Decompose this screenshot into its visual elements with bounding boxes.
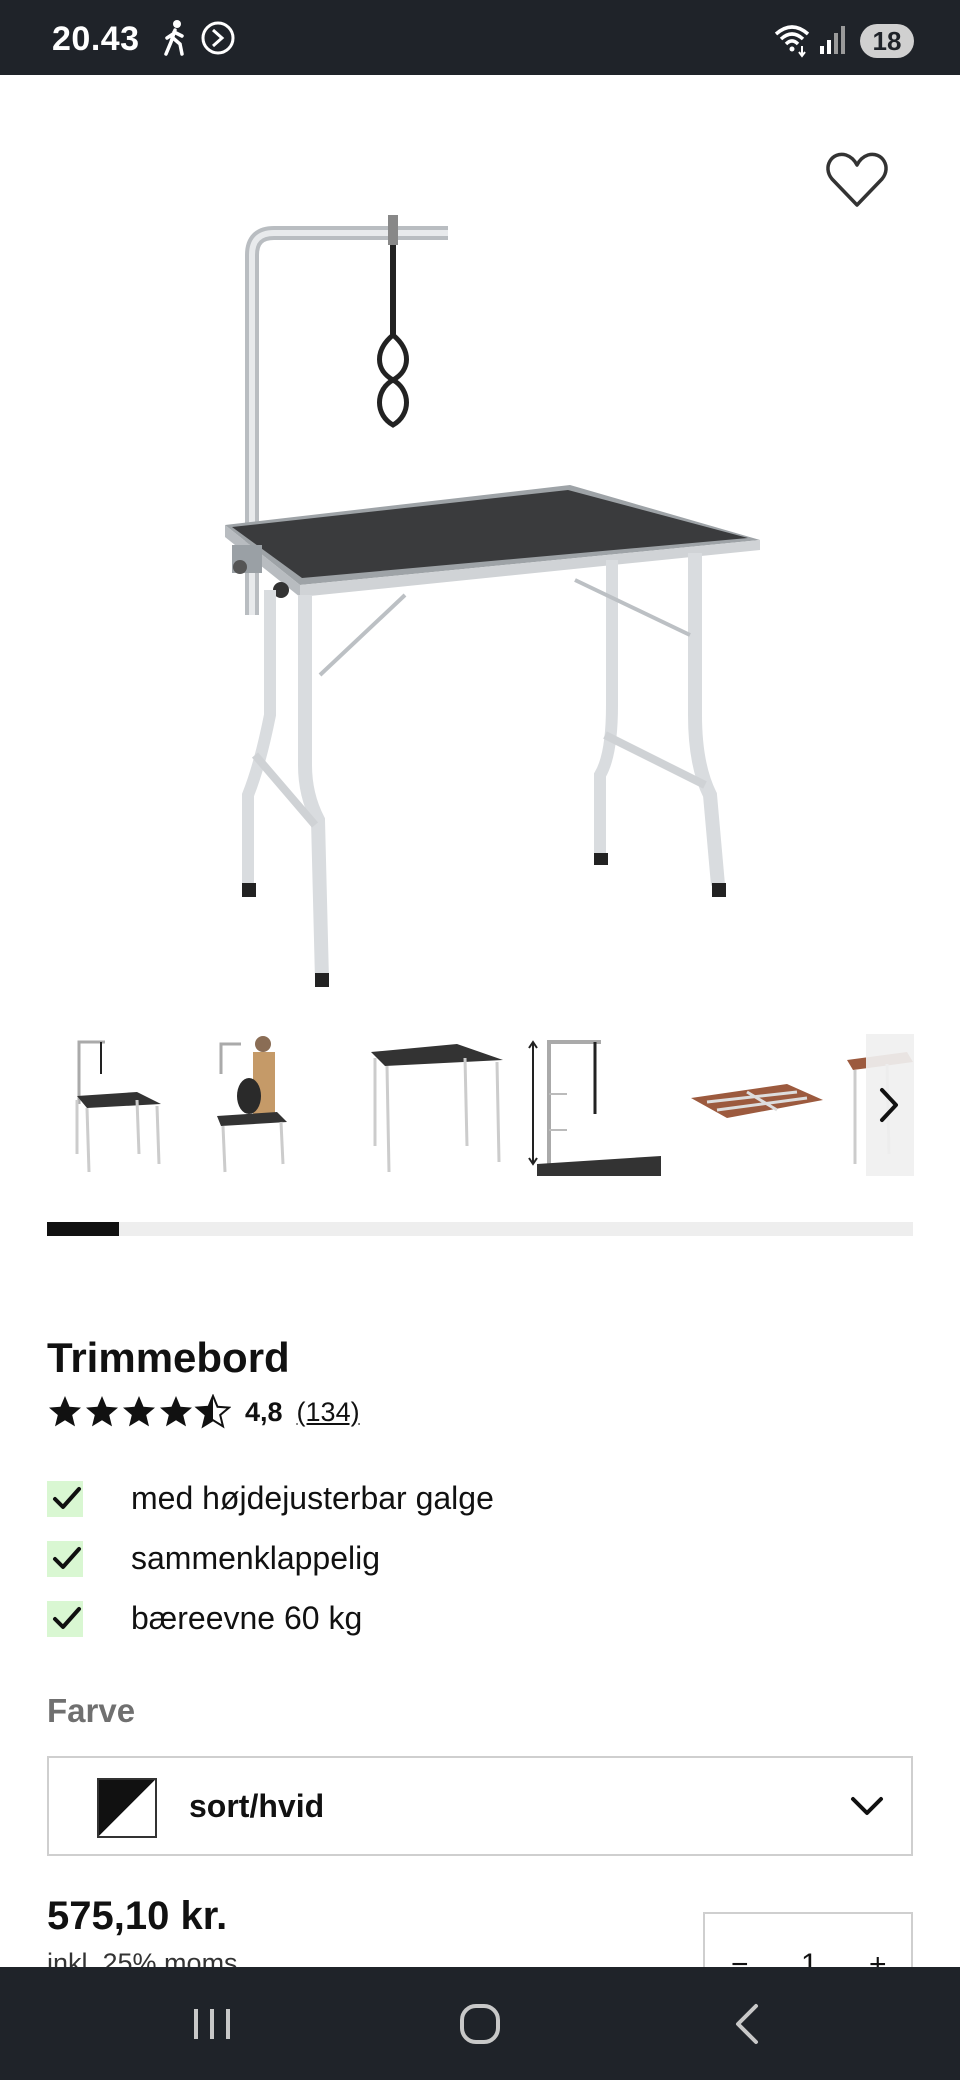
system-nav-bar [0,1967,960,2080]
thumbnail-groomer-with-dog-image [217,1036,287,1173]
thumbnail-strip [47,1034,913,1176]
check-icon [47,1541,83,1577]
chevron-down-icon [851,1797,883,1815]
home-icon[interactable] [450,1997,510,2051]
feature-item: sammenklappelig [47,1538,907,1598]
product-hero-image[interactable] [0,75,960,1015]
feature-label: med højdejusterbar galge [131,1480,494,1516]
thumbnail-3[interactable] [367,1034,509,1176]
product-price: 575,10 kr. [47,1894,228,1938]
feature-item: bæreevne 60 kg [47,1598,907,1658]
thumbnail-table-image [371,1044,503,1173]
back-icon[interactable] [718,1997,778,2051]
chevron-right-icon [880,1088,898,1122]
gallery-progress-fill [47,1222,119,1236]
check-icon [47,1601,83,1637]
thumbnail-5[interactable] [687,1034,829,1176]
signal-icon [820,26,845,54]
thumbnail-1[interactable] [47,1034,189,1176]
walking-icon [164,20,184,56]
recent-apps-icon[interactable] [182,1997,242,2051]
feature-label: sammenklappelig [131,1540,381,1576]
feature-item: med højdejusterbar galge [47,1478,907,1538]
thumbnail-folded-table-image [691,1084,823,1118]
color-value: sort/hvid [189,1788,325,1824]
thumbnail-height-adjustment-image [528,1040,661,1176]
thumbnail-2[interactable] [207,1034,349,1176]
wifi-icon [774,25,810,58]
grooming-table-image [225,215,760,987]
battery-badge: 18 [860,24,914,58]
thumbnail-table-with-arm-image [75,1040,161,1173]
favorite-heart-icon[interactable] [822,145,892,215]
feature-label: bæreevne 60 kg [131,1600,363,1636]
product-rating[interactable]: 4,8 (134) [47,1392,360,1432]
product-title: Trimmebord [47,1334,290,1381]
rating-stars [47,1394,231,1430]
rating-value: 4,8 [245,1396,283,1427]
gallery-next-button[interactable] [866,1034,914,1176]
status-time: 20.43 [52,20,140,58]
status-bar: 20.43 18 [0,0,960,75]
do-not-disturb-icon [201,21,235,55]
feature-list: med højdejusterbar galge sammenklappelig… [47,1478,907,1658]
rating-count-link[interactable]: (134) [297,1397,360,1428]
color-label: Farve [47,1692,136,1729]
color-select-dropdown[interactable]: sort/hvid [47,1756,913,1856]
gallery-progress-track [47,1222,913,1236]
star-rating-icons [49,1395,230,1428]
check-icon [47,1481,83,1517]
thumbnail-4[interactable] [527,1034,669,1176]
color-swatch-black-white [97,1778,157,1838]
